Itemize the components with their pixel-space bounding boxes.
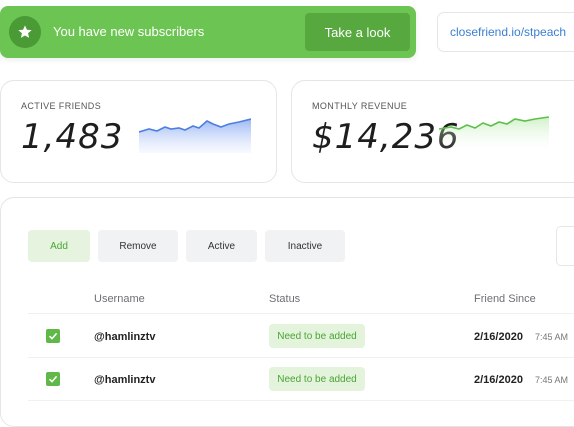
monthly-revenue-value: $14,236 bbox=[312, 117, 460, 157]
row-checkbox[interactable] bbox=[46, 372, 60, 386]
row-divider bbox=[28, 313, 574, 314]
checkmark-icon bbox=[48, 375, 58, 383]
status-badge: Need to be added bbox=[269, 367, 365, 391]
row-divider bbox=[28, 357, 574, 358]
active-friends-sparkline bbox=[139, 118, 251, 153]
active-friends-card: ACTIVE FRIENDS 1,483 bbox=[0, 80, 277, 183]
status-badge: Need to be added bbox=[269, 324, 365, 348]
monthly-revenue-label: MONTHLY REVENUE bbox=[312, 101, 408, 111]
notification-banner: You have new subscribers Take a look bbox=[0, 6, 416, 58]
star-icon bbox=[9, 16, 41, 48]
friend-since-date: 2/16/2020 bbox=[474, 374, 523, 386]
overflow-control[interactable] bbox=[556, 226, 574, 266]
filter-inactive-button[interactable]: Inactive bbox=[265, 230, 345, 262]
filter-add-button[interactable]: Add bbox=[28, 230, 90, 262]
filter-remove-button[interactable]: Remove bbox=[98, 230, 178, 262]
take-a-look-button[interactable]: Take a look bbox=[305, 13, 410, 51]
username-cell[interactable]: @hamlinztv bbox=[94, 374, 155, 386]
row-divider bbox=[28, 400, 574, 401]
active-friends-label: ACTIVE FRIENDS bbox=[21, 101, 102, 111]
monthly-revenue-card: MONTHLY REVENUE $14,236 bbox=[291, 80, 574, 183]
row-checkbox[interactable] bbox=[46, 329, 60, 343]
profile-link[interactable]: closefriend.io/stpeach bbox=[437, 12, 574, 52]
filter-active-button[interactable]: Active bbox=[186, 230, 257, 262]
active-friends-value: 1,483 bbox=[21, 117, 124, 157]
monthly-revenue-sparkline bbox=[439, 116, 549, 153]
friend-since-date: 2/16/2020 bbox=[474, 331, 523, 343]
username-cell[interactable]: @hamlinztv bbox=[94, 331, 155, 343]
friend-since-time: 7:45 AM bbox=[535, 375, 569, 385]
notification-text: You have new subscribers bbox=[53, 24, 205, 39]
column-header-status[interactable]: Status bbox=[269, 293, 300, 305]
column-header-username[interactable]: Username bbox=[94, 293, 145, 305]
checkmark-icon bbox=[48, 332, 58, 340]
friend-since-time: 7:45 AM bbox=[535, 332, 569, 342]
column-header-friend-since[interactable]: Friend Since bbox=[474, 293, 536, 305]
